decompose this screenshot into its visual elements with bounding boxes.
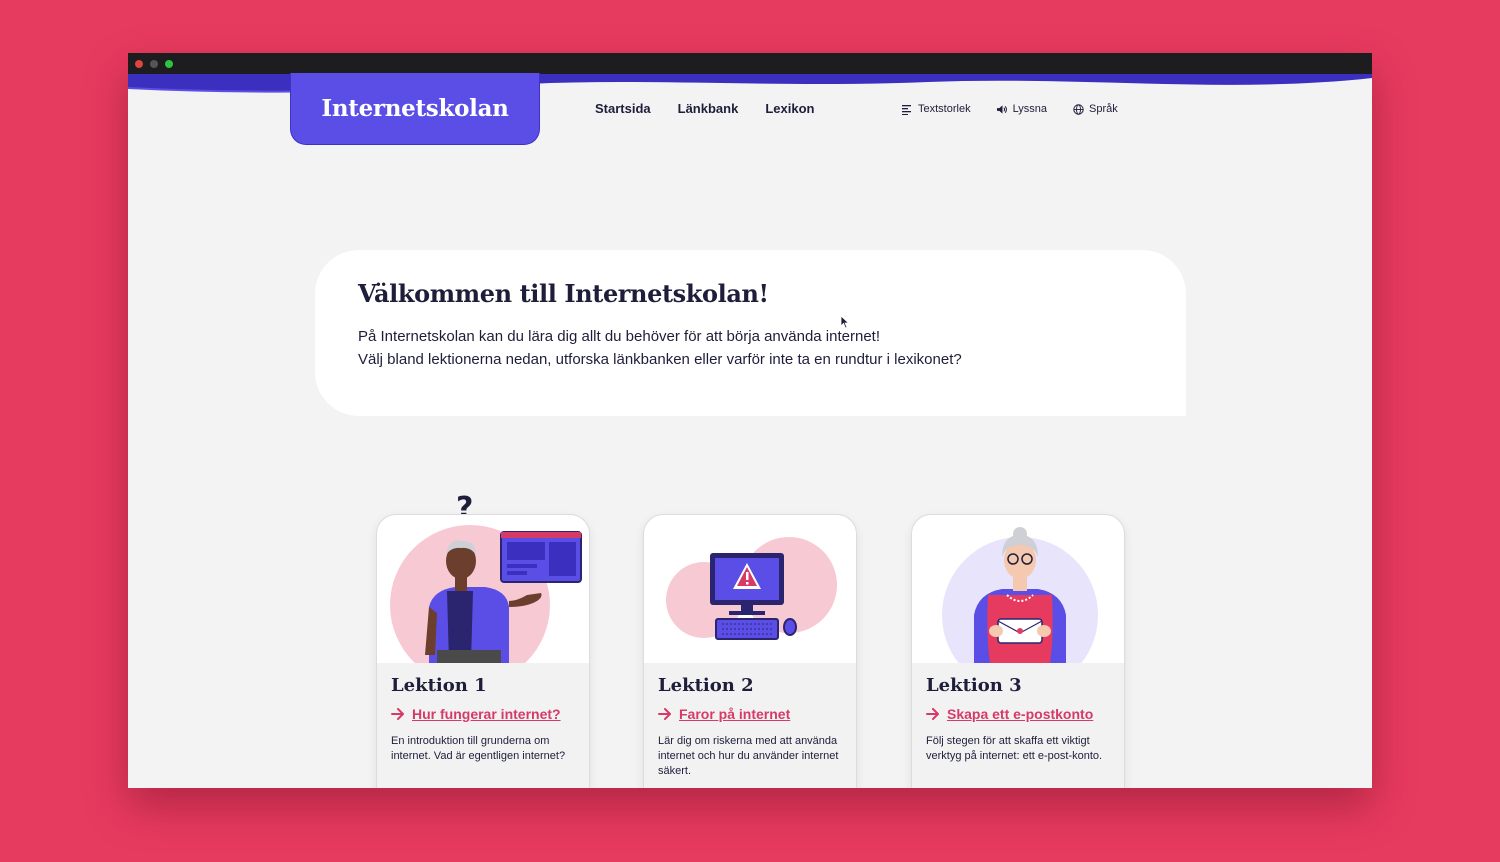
- lesson-2-description: Lär dig om riskerna med att använda inte…: [658, 735, 839, 777]
- arrow-right-icon: [926, 708, 939, 720]
- nav-item-startsida[interactable]: Startsida: [595, 101, 651, 116]
- lesson-1-description: En introduktion till grunderna om intern…: [391, 735, 566, 762]
- speaker-icon: [996, 104, 1007, 114]
- browser-window: Internetskolan Startsida Länkbank Lexiko…: [128, 53, 1372, 788]
- lesson-2-link[interactable]: Faror på internet: [658, 706, 790, 722]
- listen-label: Lyssna: [1012, 103, 1048, 115]
- lesson-3-description: Följ stegen för att skaffa ett viktigt v…: [926, 735, 1103, 762]
- site-logo[interactable]: Internetskolan: [290, 73, 540, 145]
- lesson-card-3[interactable]: Lektion 3 Skapa ett e-postkonto Följ ste…: [911, 514, 1125, 788]
- arrow-right-icon: [658, 708, 671, 720]
- lesson-card-2[interactable]: Lektion 2 Faror på internet Lär dig om r…: [643, 514, 857, 788]
- nav-item-lexikon[interactable]: Lexikon: [765, 101, 814, 116]
- main-nav: Startsida Länkbank Lexikon: [595, 101, 814, 116]
- lesson-3-link[interactable]: Skapa ett e-postkonto: [926, 706, 1093, 722]
- language-label: Språk: [1089, 103, 1118, 115]
- mouse-cursor-icon: [840, 315, 850, 329]
- accessibility-tools: Textstorlek Lyssna Språk: [902, 103, 1118, 115]
- welcome-panel: Välkommen till Internetskolan! På Intern…: [315, 250, 1186, 416]
- close-window-button[interactable]: [135, 60, 143, 68]
- lesson-card-1[interactable]: Lektion 1 Hur fungerar internet? En intr…: [376, 514, 590, 788]
- maximize-window-button[interactable]: [165, 60, 173, 68]
- lesson-1-link-text: Hur fungerar internet?: [412, 706, 561, 722]
- text-size-icon: [902, 104, 911, 115]
- lesson-2-link-text: Faror på internet: [679, 706, 791, 722]
- lesson-2-illustration: [666, 537, 837, 640]
- window-titlebar: [128, 53, 1372, 74]
- lesson-card-1-body: Lektion 1 Hur fungerar internet? En intr…: [377, 663, 589, 788]
- nav-item-lankbank[interactable]: Länkbank: [678, 101, 739, 116]
- lesson-3-title: Lektion 3: [926, 675, 1022, 696]
- welcome-text-line1: På Internetskolan kan du lära dig allt d…: [358, 328, 881, 345]
- arrow-right-icon: [391, 708, 404, 720]
- lesson-card-2-body: Lektion 2 Faror på internet Lär dig om r…: [644, 663, 856, 788]
- lesson-1-title: Lektion 1: [391, 675, 487, 696]
- welcome-title: Välkommen till Internetskolan!: [358, 279, 769, 308]
- text-size-label: Textstorlek: [918, 103, 971, 115]
- lesson-2-title: Lektion 2: [658, 675, 754, 696]
- text-size-button[interactable]: Textstorlek: [902, 103, 971, 115]
- lesson-3-link-text: Skapa ett e-postkonto: [947, 706, 1094, 722]
- lesson-3-illustration: [942, 527, 1098, 663]
- lesson-1-link[interactable]: Hur fungerar internet?: [391, 706, 561, 722]
- minimize-window-button[interactable]: [150, 60, 158, 68]
- language-button[interactable]: Språk: [1073, 103, 1118, 115]
- lesson-1-illustration: [390, 525, 582, 663]
- globe-icon: [1073, 103, 1084, 115]
- lesson-card-3-body: Lektion 3 Skapa ett e-postkonto Följ ste…: [912, 663, 1124, 788]
- listen-button[interactable]: Lyssna: [996, 103, 1048, 115]
- welcome-text-line2: Välj bland lektionerna nedan, utforska l…: [358, 351, 962, 368]
